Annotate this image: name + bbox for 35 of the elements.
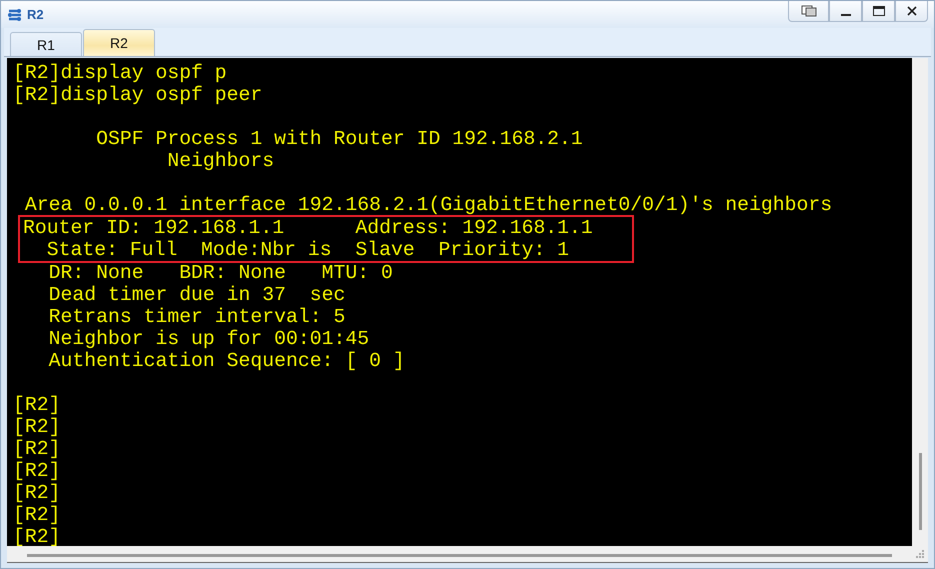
tab[interactable]: R1 [10,32,82,56]
close-button[interactable] [895,1,928,22]
terminal-line: Area 0.0.0.1 interface 192.168.2.1(GigabitEthernet0/0/1)'s neighbors [24,194,832,216]
terminal-line: Router ID: 192.168.1.1 Address: 192.168.1.1 [23,217,593,239]
terminal-line: Neighbor is up for 00:01:45 [48,328,370,350]
terminal-line: Dead timer due in 37 sec [48,284,346,306]
minimize-button[interactable] [829,1,862,22]
terminal-line: [R2] [13,504,60,526]
terminal-line: Neighbors [166,150,274,172]
minimize-icon [840,14,850,16]
terminal-line: [R2]display ospf peer [13,84,262,106]
terminal-line: [R2] [13,460,60,482]
terminal-line: State: Full Mode:Nbr is Slave Priority: 1 [46,239,570,261]
maximize-button[interactable] [862,1,895,22]
restore-icon [800,5,816,17]
window-title: R2 [27,7,44,22]
terminal-line: [R2] [13,526,60,546]
terminal-line: [R2] [13,394,60,416]
terminal-line: Authentication Sequence: [ 0 ] [48,350,405,372]
terminal-line: OSPF Process 1 with Router ID 192.168.2.1 [95,128,583,150]
restore-button[interactable] [788,1,829,22]
app-icon [7,6,23,22]
terminal-line: [R2]display ospf p [13,62,227,84]
terminal-line: Retrans timer interval: 5 [48,306,346,328]
terminal-line: [R2] [13,438,60,460]
vertical-scrollbar[interactable] [912,58,928,546]
close-icon [906,6,916,16]
scroll-thumb[interactable] [27,554,892,557]
tab[interactable]: R2 [83,29,155,56]
terminal-line: [R2] [13,416,60,438]
scroll-thumb[interactable] [919,453,922,530]
maximize-icon [872,6,884,16]
terminal-line: [R2] [13,482,60,504]
resize-grip-icon[interactable] [916,550,924,558]
terminal-line: DR: None BDR: None MTU: 0 [48,262,393,284]
